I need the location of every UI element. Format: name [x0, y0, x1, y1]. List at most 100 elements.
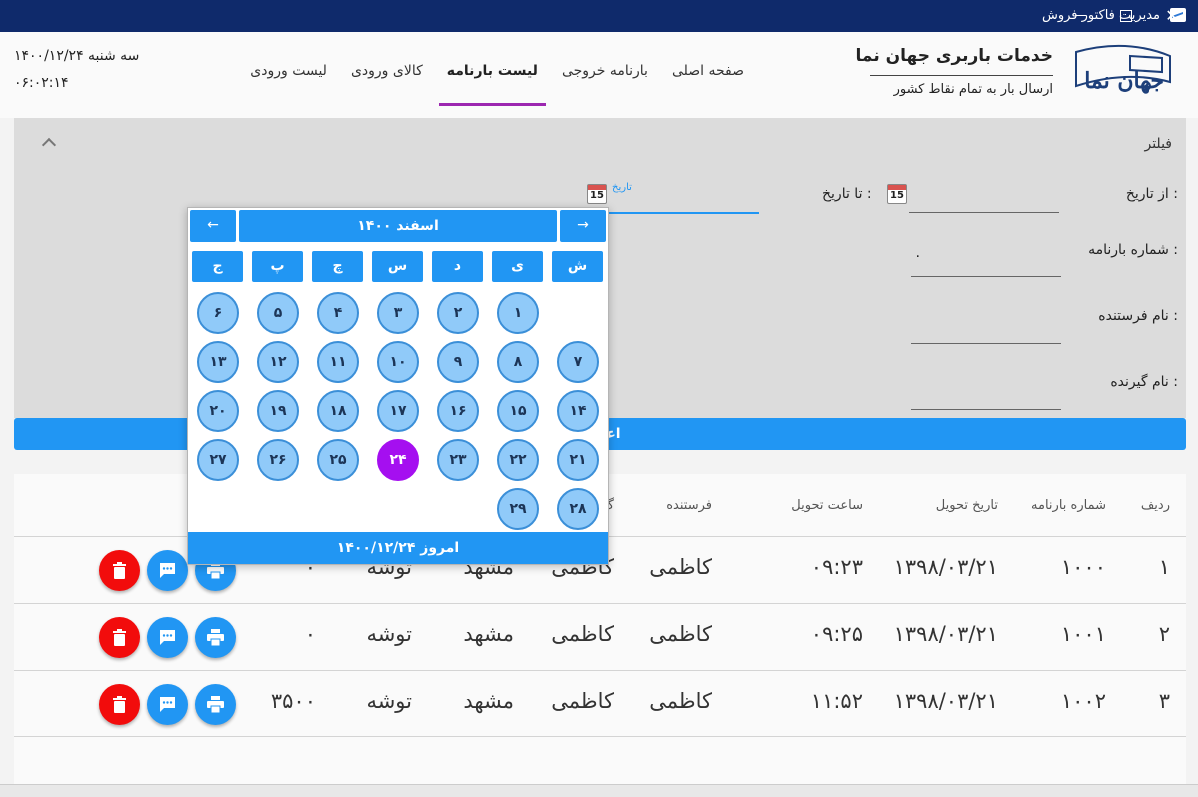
- calendar-day[interactable]: ۲۳: [437, 439, 479, 481]
- filter-title: فیلتر: [1144, 136, 1172, 152]
- row-sender: کاظمی: [649, 689, 712, 713]
- row-index: ۳: [1158, 689, 1170, 713]
- chat-icon: [160, 563, 175, 578]
- calendar-icon[interactable]: 15: [587, 184, 607, 204]
- calendar-day[interactable]: ۱۳: [197, 341, 239, 383]
- message-button[interactable]: [147, 550, 188, 591]
- calendar-day[interactable]: ۱۴: [557, 390, 599, 432]
- printer-icon: [207, 629, 224, 646]
- company-tagline: ارسال بار به تمام نقاط کشور: [893, 82, 1053, 97]
- calendar-day[interactable]: ۲۶: [257, 439, 299, 481]
- receiver-name-input[interactable]: [911, 409, 1061, 410]
- row-delivery-date: ۱۳۹۸/۰۳/۲۱: [893, 555, 998, 579]
- print-button[interactable]: [195, 617, 236, 658]
- row-amount: ۰: [304, 622, 316, 646]
- receiver-name-label: نام گیرنده :: [1110, 374, 1178, 390]
- title-bar: مدیریت فاکتور فروش ✕: [0, 0, 1198, 32]
- calendar-day[interactable]: ۱۹: [257, 390, 299, 432]
- current-date: سه شنبه ۱۴۰۰/۱۲/۲۴: [14, 48, 140, 64]
- calendar-day[interactable]: ۲۷: [197, 439, 239, 481]
- row-sender: کاظمی: [649, 622, 712, 646]
- calendar-day[interactable]: ۱۷: [377, 390, 419, 432]
- chevron-up-icon[interactable]: [41, 137, 57, 153]
- nav-incoming-goods[interactable]: کالای ورودی: [339, 60, 435, 106]
- calendar-day[interactable]: ۱۱: [317, 341, 359, 383]
- calendar-day[interactable]: ۷: [557, 341, 599, 383]
- maximize-button[interactable]: [1103, 0, 1149, 32]
- delete-button[interactable]: [99, 550, 140, 591]
- calendar-icon[interactable]: 15: [887, 184, 907, 204]
- weekday-header: پ: [252, 251, 303, 282]
- trash-icon: [113, 696, 126, 713]
- calendar-day[interactable]: ۱: [497, 292, 539, 334]
- row-delivery-date: ۱۳۹۸/۰۳/۲۱: [893, 689, 998, 713]
- calendar-day[interactable]: ۲۲: [497, 439, 539, 481]
- calendar-day[interactable]: ۱۰: [377, 341, 419, 383]
- nav-incoming-list[interactable]: لیست ورودی: [238, 60, 339, 106]
- sender-name-input[interactable]: [911, 343, 1061, 344]
- background-strip: [0, 784, 1198, 797]
- printer-icon: [207, 696, 224, 713]
- message-button[interactable]: [147, 617, 188, 658]
- row-amount: ۳۵۰۰: [270, 689, 316, 713]
- row-waybill-number: ۱۰۰۱: [1060, 622, 1106, 646]
- date-picker-popup: ← اسفند ۱۴۰۰ → ش ی د س چ پ ج ۱ ۲ ۳ ۴ ۵ ۶ ۷ ۸ ۹ ۱۰ ۱۱ ۱۲ ۱۳ ۱…: [187, 207, 609, 565]
- chat-icon: [160, 630, 175, 645]
- minimize-button[interactable]: [1058, 0, 1104, 32]
- calendar-day[interactable]: ۵: [257, 292, 299, 334]
- weekday-header: س: [372, 251, 423, 282]
- main-nav: صفحه اصلی بارنامه خروجی لیست بارنامه کال…: [238, 60, 756, 106]
- row-index: ۱: [1158, 555, 1170, 579]
- row-receiver: کاظمی: [551, 689, 614, 713]
- row-delivery-time: ۰۹:۲۳: [810, 555, 863, 579]
- calendar-day[interactable]: ۲: [437, 292, 479, 334]
- calendar-month-title[interactable]: اسفند ۱۴۰۰: [239, 210, 557, 242]
- prev-month-button[interactable]: ←: [190, 210, 236, 242]
- header-delivery-time: ساعت تحویل: [791, 498, 863, 513]
- from-date-input[interactable]: [909, 212, 1059, 213]
- close-button[interactable]: ✕: [1149, 0, 1195, 32]
- calendar-day[interactable]: ۲۴: [377, 439, 419, 481]
- calendar-day[interactable]: ۲۸: [557, 488, 599, 530]
- calendar-day[interactable]: ۲۹: [497, 488, 539, 530]
- row-delivery-time: ۰۹:۲۵: [810, 622, 863, 646]
- header-delivery-date: تاریخ تحویل: [935, 498, 998, 513]
- delete-button[interactable]: [99, 684, 140, 725]
- delete-button[interactable]: [99, 617, 140, 658]
- nav-outgoing-waybill[interactable]: بارنامه خروجی: [550, 60, 660, 106]
- calendar-day[interactable]: ۱۵: [497, 390, 539, 432]
- weekday-header: چ: [312, 251, 363, 282]
- nav-home[interactable]: صفحه اصلی: [660, 60, 756, 106]
- row-city: مشهد: [463, 689, 514, 713]
- table-row[interactable]: ۲ ۱۰۰۱ ۱۳۹۸/۰۳/۲۱ ۰۹:۲۵ کاظمی کاظمی مشهد…: [14, 603, 1186, 670]
- weekday-header: ش: [552, 251, 603, 282]
- to-date-input[interactable]: [589, 212, 759, 214]
- calendar-day[interactable]: ۳: [377, 292, 419, 334]
- calendar-day[interactable]: ۱۸: [317, 390, 359, 432]
- calendar-day[interactable]: ۱۲: [257, 341, 299, 383]
- calendar-day[interactable]: ۱۶: [437, 390, 479, 432]
- today-button[interactable]: امروز ۱۴۰۰/۱۲/۲۴: [188, 532, 608, 564]
- table-row[interactable]: ۳ ۱۰۰۲ ۱۳۹۸/۰۳/۲۱ ۱۱:۵۲ کاظمی کاظمی مشهد…: [14, 670, 1186, 737]
- print-button[interactable]: [195, 684, 236, 725]
- calendar-day[interactable]: ۶: [197, 292, 239, 334]
- company-logo: جهان نما: [1066, 42, 1176, 100]
- message-button[interactable]: [147, 684, 188, 725]
- calendar-day[interactable]: ۲۱: [557, 439, 599, 481]
- calendar-day[interactable]: ۲۰: [197, 390, 239, 432]
- calendar-day[interactable]: ۲۵: [317, 439, 359, 481]
- row-sender: کاظمی: [649, 555, 712, 579]
- calendar-day[interactable]: ۴: [317, 292, 359, 334]
- trash-icon: [113, 562, 126, 579]
- nav-waybill-list[interactable]: لیست بارنامه: [435, 60, 550, 106]
- weekday-header: ج: [192, 251, 243, 282]
- sender-name-label: نام فرستنده :: [1098, 308, 1178, 324]
- row-cargo-type: توشه: [366, 622, 412, 646]
- next-month-button[interactable]: →: [560, 210, 606, 242]
- calendar-day[interactable]: ۸: [497, 341, 539, 383]
- date-hint: تاریخ: [612, 182, 632, 193]
- waybill-number-input[interactable]: [911, 276, 1061, 277]
- calendar-day[interactable]: ۹: [437, 341, 479, 383]
- row-index: ۲: [1158, 622, 1170, 646]
- header-waybill-number: شماره بارنامه: [1031, 498, 1106, 513]
